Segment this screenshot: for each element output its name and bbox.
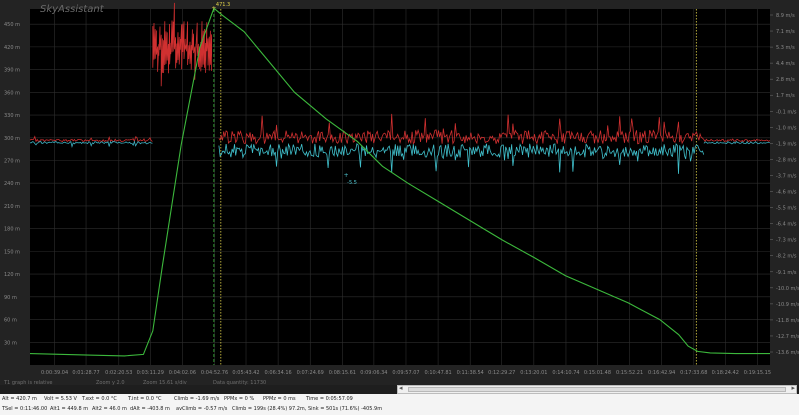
y-right-tick-label: -8.2 m/s (776, 254, 797, 260)
y-left-tick-label: 240 m (4, 181, 20, 187)
scrollbar-thumb[interactable] (408, 387, 786, 392)
x-tick-label: 0:19:15.15 (744, 370, 771, 376)
x-tick-label: 0:07:24.69 (297, 370, 324, 376)
y-left-tick-label: 90 m (4, 295, 17, 301)
y-right-tick-label: 8.9 m/s (776, 13, 795, 19)
y-right-tick-label: -4.6 m/s (776, 190, 797, 196)
y-left-tick-label: 390 m (4, 68, 20, 74)
skyassistant-window: 450 m 420 m 390 m 360 m 330 m 300 m 270 m 240 m… (0, 0, 799, 415)
x-tick-label: 0:15:52.21 (616, 370, 643, 376)
y-right-tick-label: 7.1 m/s (776, 29, 795, 35)
x-tick-label: 0:11:38.54 (457, 370, 484, 376)
zoom-x-text: Zoom 15.61 s/div (143, 380, 187, 386)
y-right-tick-label: -5.5 m/s (776, 206, 797, 212)
graph-mode-text: T1 graph is relative (4, 380, 53, 386)
y-right-tick-label: 4.4 m/s (776, 61, 795, 67)
x-tick-label: 0:14:10.74 (552, 370, 579, 376)
y-left-tick-label: 330 m (4, 113, 20, 119)
y-right-tick-label: -9.1 m/s (776, 270, 797, 276)
y-left-tick-label: 210 m (4, 204, 20, 210)
alt1-readout: Alt1 = 449.8 m (50, 406, 89, 412)
x-tick-label: 0:02:20.53 (105, 370, 132, 376)
x-tick-label: 0:10:47.81 (424, 370, 451, 376)
x-tick-label: 0:04:02.06 (169, 370, 196, 376)
plot-area[interactable] (30, 9, 770, 365)
avclimb-readout: avClimb = -0.57 m/s (176, 406, 228, 412)
info-bar: Alt = 420.7 m Volt = 5.53 V T.ext = 0.0 … (0, 394, 799, 415)
volt-readout: Volt = 5.53 V (44, 396, 77, 402)
data-quantity-text: Data quantity: 11730 (213, 380, 267, 386)
y-right-tick-label: -1.0 m/s (776, 125, 797, 131)
y-right-tick-label: -13.6 m/s (776, 350, 799, 356)
ppmz-readout: PPMz = 0 ms (263, 396, 296, 402)
x-axis: 0:00:39.04 0:01:28.77 0:02:20.53 0:03:11.29… (41, 370, 771, 376)
x-tick-label: 0:12:29.27 (488, 370, 515, 376)
altitude-vario-chart[interactable]: 450 m 420 m 390 m 360 m 330 m 300 m 270 m 240 m… (0, 0, 799, 385)
y-right-tick-label: 2.8 m/s (776, 77, 795, 83)
tint-readout: T.int = 0.0 °C (128, 396, 162, 402)
y-left-tick-label: 150 m (4, 249, 20, 255)
y-left-tick-label: 30 m (4, 340, 17, 346)
y-right-tick-label: 1.7 m/s (776, 93, 795, 99)
status-bar: T1 graph is relative Zoom y 2.0 Zoom 15.… (0, 379, 395, 387)
ppmx-readout: PPMx = 0 % (224, 396, 255, 402)
x-tick-label: 0:09:57.07 (392, 370, 419, 376)
climb-readout: Climb = -1.69 m/s (174, 396, 220, 402)
y-right-tick-label: -1.9 m/s (776, 141, 797, 147)
y-left-tick-label: 360 m (4, 90, 20, 96)
y-left-tick-label: 120 m (4, 272, 20, 278)
y-left-tick-label: 450 m (4, 22, 20, 28)
x-tick-label: 0:08:15.61 (329, 370, 356, 376)
zoom-y-text: Zoom y 2.0 (96, 380, 125, 386)
x-tick-label: 0:16:42.94 (648, 370, 675, 376)
y-left-tick-label: 420 m (4, 45, 20, 51)
x-tick-label: 0:15:01.48 (584, 370, 611, 376)
horizontal-scrollbar[interactable]: ◂ ▸ (397, 384, 797, 394)
scroll-left-arrow-icon[interactable]: ◂ (399, 384, 403, 392)
tsel-readout: TSel = 0:11:46.00 (2, 406, 48, 412)
y-right-tick-label: -2.8 m/s (776, 157, 797, 163)
x-tick-label: 0:09:06.34 (360, 370, 387, 376)
y-right-tick-label: 5.3 m/s (776, 45, 795, 51)
min-marker-icon: + (344, 172, 349, 179)
climb-stats-readout: Climb = 199s (28.4%) 97.2m, Sink = 501s … (232, 406, 383, 412)
peak-marker-icon: + (211, 5, 216, 12)
alt2-readout: Alt2 = 46.0 m (92, 406, 127, 412)
x-tick-label: 0:18:24.42 (712, 370, 739, 376)
y-left-tick-label: 300 m (4, 136, 20, 142)
y-right-tick-label: -10.0 m/s (776, 286, 799, 292)
x-tick-label: 0:05:43.42 (232, 370, 259, 376)
min-vario-label: -5.5 (347, 180, 357, 186)
text-readout: T.ext = 0.0 °C (82, 396, 117, 402)
scroll-right-arrow-icon[interactable]: ▸ (791, 384, 795, 392)
x-tick-label: 0:03:11.29 (137, 370, 164, 376)
y-left-tick-label: 180 m (4, 227, 20, 233)
x-tick-label: 0:01:28.77 (72, 370, 99, 376)
y-left-tick-label: 270 m (4, 158, 20, 164)
y-right-tick-label: -3.7 m/s (776, 173, 797, 179)
y-left-tick-label: 60 m (4, 318, 17, 324)
peak-altitude-label: 471.3 (216, 2, 230, 8)
dalt-readout: dAlt = -403.8 m (130, 406, 170, 412)
y-right-tick-label: -10.9 m/s (776, 302, 799, 308)
alt-readout: Alt = 420.7 m (2, 396, 37, 402)
y-right-tick-label: -6.4 m/s (776, 222, 797, 228)
time-readout: Time = 0:05:57.09 (306, 396, 353, 402)
x-tick-label: 0:00:39.04 (41, 370, 68, 376)
y-right-tick-label: -12.7 m/s (776, 334, 799, 340)
app-title: SkyAssistant (40, 4, 105, 15)
x-tick-label: 0:06:34.16 (265, 370, 292, 376)
y-right-tick-label: -7.3 m/s (776, 238, 797, 244)
y-right-tick-label: -0.1 m/s (776, 109, 797, 115)
x-tick-label: 0:04:52.76 (201, 370, 228, 376)
x-tick-label: 0:13:20.01 (520, 370, 547, 376)
x-tick-label: 0:17:33.68 (680, 370, 707, 376)
y-right-tick-label: -11.8 m/s (776, 318, 799, 324)
